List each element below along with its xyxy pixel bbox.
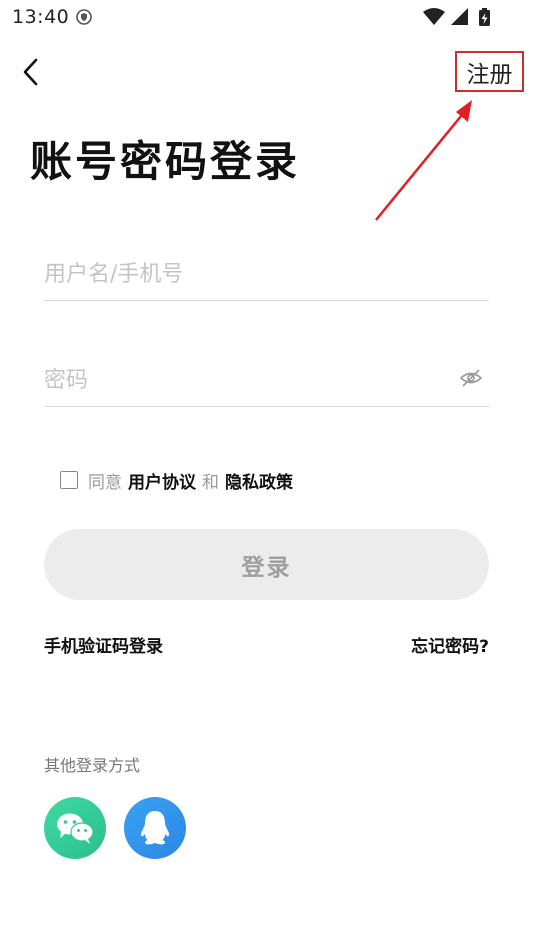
user-agreement-link[interactable]: 用户协议 (128, 468, 196, 493)
agreement-prefix: 同意 (88, 472, 122, 493)
chevron-left-icon (23, 58, 38, 86)
sms-login-link[interactable]: 手机验证码登录 (44, 632, 163, 657)
annotation-arrow (375, 100, 472, 221)
username-input[interactable] (44, 254, 424, 294)
wechat-login-button[interactable] (44, 797, 106, 859)
password-field[interactable] (44, 346, 489, 407)
agreement-checkbox[interactable] (60, 471, 78, 489)
status-bar: 13:40 (0, 0, 534, 36)
wechat-icon (57, 813, 94, 844)
signal-icon (451, 8, 468, 25)
password-input[interactable] (44, 360, 424, 400)
page-title: 账号密码登录 (30, 137, 301, 186)
status-icons (422, 6, 494, 28)
qq-login-button[interactable] (124, 797, 186, 859)
back-button[interactable] (14, 54, 48, 90)
login-button[interactable]: 登录 (44, 529, 489, 600)
battery-icon (479, 8, 490, 26)
agreement-row: 同意 用户协议 和 隐私政策 (60, 468, 299, 493)
eye-hidden-icon[interactable] (459, 368, 483, 388)
register-button[interactable]: 注册 (455, 51, 524, 92)
forgot-password-link[interactable]: 忘记密码? (411, 632, 489, 657)
privacy-policy-link[interactable]: 隐私政策 (225, 468, 293, 493)
username-field[interactable] (44, 240, 489, 301)
wifi-icon (423, 8, 445, 25)
other-login-label: 其他登录方式 (44, 756, 141, 775)
qq-icon (140, 811, 170, 845)
status-time: 13:40 (12, 6, 70, 28)
shield-icon (76, 9, 92, 25)
agreement-conjunction: 和 (202, 472, 219, 493)
